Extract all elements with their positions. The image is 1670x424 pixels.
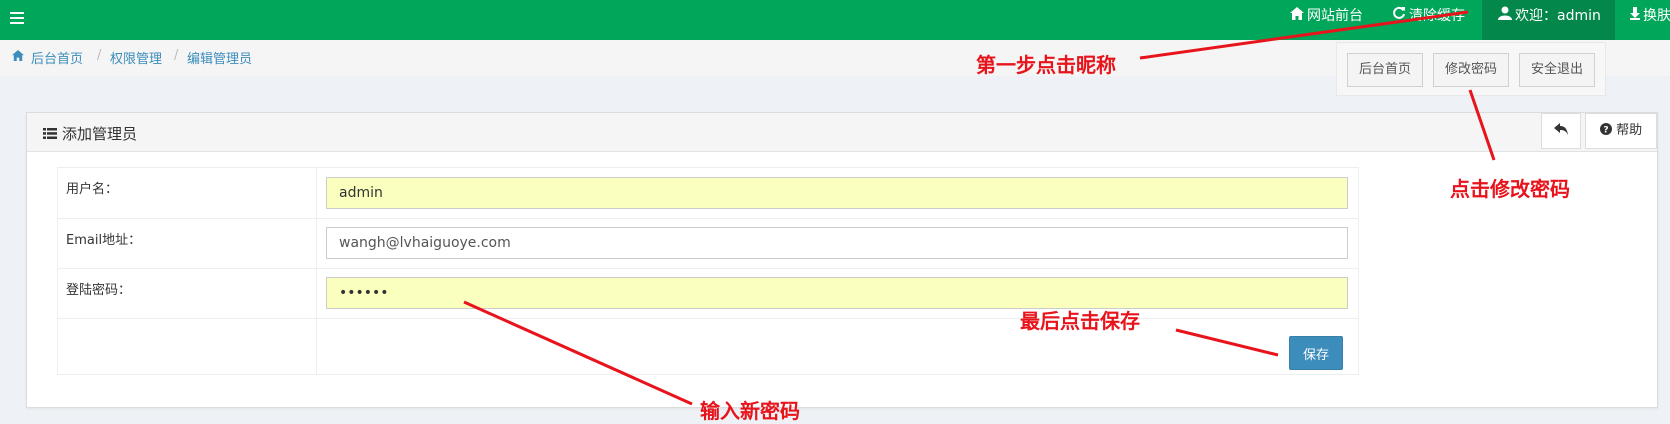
breadcrumb-item[interactable]: 权限管理 (110, 48, 162, 67)
breadcrumb-item[interactable]: 后台首页 (31, 48, 83, 67)
email-input[interactable]: wangh@lvhaiguoye.com (326, 227, 1348, 259)
breadcrumb-item[interactable]: 编辑管理员 (187, 48, 252, 67)
user-dropdown: 后台首页 修改密码 安全退出 (1336, 42, 1606, 96)
back-button[interactable] (1541, 113, 1581, 149)
dropdown-logout-button[interactable]: 安全退出 (1519, 53, 1596, 87)
nav-site-frontend-label: 网站前台 (1307, 8, 1363, 24)
help-button[interactable]: ? 帮助 (1585, 113, 1657, 149)
download-icon (1630, 1, 1640, 33)
hamburger-icon[interactable] (10, 10, 24, 24)
svg-text:?: ? (1603, 126, 1608, 136)
nav-skin[interactable]: 换肤 (1630, 0, 1670, 40)
username-label: 用户名： (66, 182, 119, 197)
home-icon (12, 50, 24, 65)
form-row-username: 用户名： admin (58, 168, 1358, 218)
top-navbar: 网站前台 清除缓存 欢迎：admin 换肤 (0, 0, 1670, 40)
password-input[interactable]: •••••• (326, 277, 1348, 309)
email-label: Email地址： (66, 233, 142, 248)
reply-icon (1554, 123, 1568, 138)
question-circle-icon: ? (1599, 123, 1616, 138)
user-icon (1498, 1, 1512, 33)
form-row-email: Email地址： wangh@lvhaiguoye.com (58, 218, 1358, 269)
save-button[interactable]: 保存 (1289, 336, 1343, 370)
annotation-step1: 第一步点击昵称 (976, 53, 1116, 77)
home-icon (1290, 1, 1304, 33)
admin-form: 用户名： admin Email地址： wangh@lvhaiguoye.com… (57, 167, 1359, 375)
nav-site-frontend[interactable]: 网站前台 (1290, 0, 1363, 40)
dropdown-home-button[interactable]: 后台首页 (1347, 53, 1424, 87)
password-label: 登陆密码： (66, 283, 132, 298)
nav-skin-label: 换肤 (1643, 8, 1670, 24)
username-input[interactable]: admin (326, 177, 1348, 209)
panel-title: 添加管理员 (43, 123, 137, 144)
form-row-password: 登陆密码： •••••• (58, 268, 1358, 319)
nav-clear-cache-label: 清除缓存 (1409, 8, 1465, 24)
help-label: 帮助 (1616, 123, 1643, 138)
annotation-step2: 点击修改密码 (1450, 177, 1570, 201)
edit-admin-panel: 添加管理员 ? 帮助 用户名： admin Email地址： wangh@lvh… (26, 112, 1658, 408)
annotation-step4: 最后点击保存 (1020, 309, 1140, 333)
nav-clear-cache[interactable]: 清除缓存 (1392, 0, 1465, 40)
breadcrumb-separator: / (174, 48, 179, 63)
list-icon (43, 125, 57, 139)
dropdown-change-password-button[interactable]: 修改密码 (1433, 53, 1510, 87)
nav-user-label: 欢迎：admin (1515, 8, 1601, 24)
breadcrumb-separator: / (97, 48, 102, 63)
annotation-step3: 输入新密码 (700, 399, 800, 423)
panel-header: 添加管理员 ? 帮助 (27, 113, 1657, 152)
refresh-icon (1392, 1, 1406, 33)
nav-user-menu[interactable]: 欢迎：admin (1482, 0, 1615, 40)
form-row-actions (58, 318, 1358, 375)
panel-title-text: 添加管理员 (62, 125, 138, 143)
